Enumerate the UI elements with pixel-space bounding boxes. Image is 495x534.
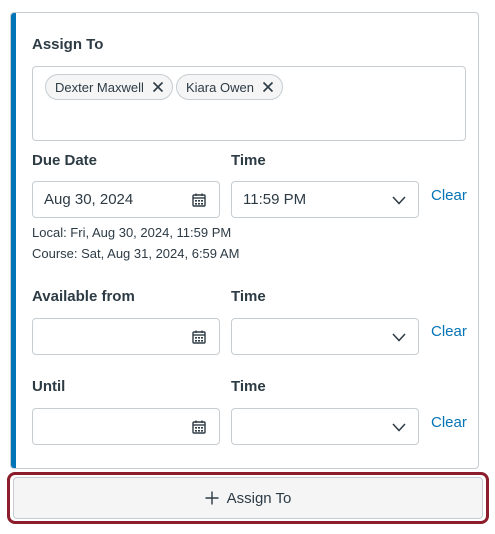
assign-card: Assign To Dexter Maxwell Kiara Owen Due … xyxy=(10,12,479,469)
due-clear-link[interactable]: Clear xyxy=(431,187,467,204)
until-time-label: Time xyxy=(231,378,266,395)
chevron-down-icon xyxy=(392,423,406,432)
until-label: Until xyxy=(32,378,66,395)
assign-to-input[interactable]: Dexter Maxwell Kiara Owen xyxy=(32,66,466,141)
tag-label: Kiara Owen xyxy=(186,79,254,95)
due-time-label: Time xyxy=(231,152,266,169)
calendar-icon[interactable] xyxy=(192,193,206,207)
due-time-select[interactable]: 11:59 PM xyxy=(231,181,419,218)
tag-kiara-owen[interactable]: Kiara Owen xyxy=(176,74,283,100)
until-clear-link[interactable]: Clear xyxy=(431,414,467,431)
due-date-label: Due Date xyxy=(32,152,98,169)
add-assign-to-button[interactable]: Assign To xyxy=(13,477,483,519)
remove-tag-icon[interactable] xyxy=(262,81,274,93)
available-from-clear-link[interactable]: Clear xyxy=(431,323,467,340)
tag-label: Dexter Maxwell xyxy=(55,79,144,95)
available-from-time-label: Time xyxy=(231,288,266,305)
chevron-down-icon xyxy=(392,196,406,205)
available-from-date-input[interactable] xyxy=(32,318,220,355)
tag-dexter-maxwell[interactable]: Dexter Maxwell xyxy=(45,74,173,100)
remove-tag-icon[interactable] xyxy=(152,81,164,93)
until-date-input[interactable] xyxy=(32,408,220,445)
card-accent-bar xyxy=(11,13,16,468)
calendar-icon[interactable] xyxy=(192,420,206,434)
plus-icon xyxy=(205,491,219,505)
available-from-time-select[interactable] xyxy=(231,318,419,355)
assign-to-label: Assign To xyxy=(32,36,104,53)
chevron-down-icon xyxy=(392,333,406,342)
course-time-note: Course: Sat, Aug 31, 2024, 6:59 AM xyxy=(32,246,240,261)
available-from-label: Available from xyxy=(32,288,135,305)
assign-button-label: Assign To xyxy=(226,489,292,507)
local-time-note: Local: Fri, Aug 30, 2024, 11:59 PM xyxy=(32,225,232,240)
until-time-select[interactable] xyxy=(231,408,419,445)
due-date-input[interactable]: Aug 30, 2024 xyxy=(32,181,220,218)
due-date-value: Aug 30, 2024 xyxy=(44,191,134,208)
calendar-icon[interactable] xyxy=(192,330,206,344)
due-time-value: 11:59 PM xyxy=(243,191,307,208)
